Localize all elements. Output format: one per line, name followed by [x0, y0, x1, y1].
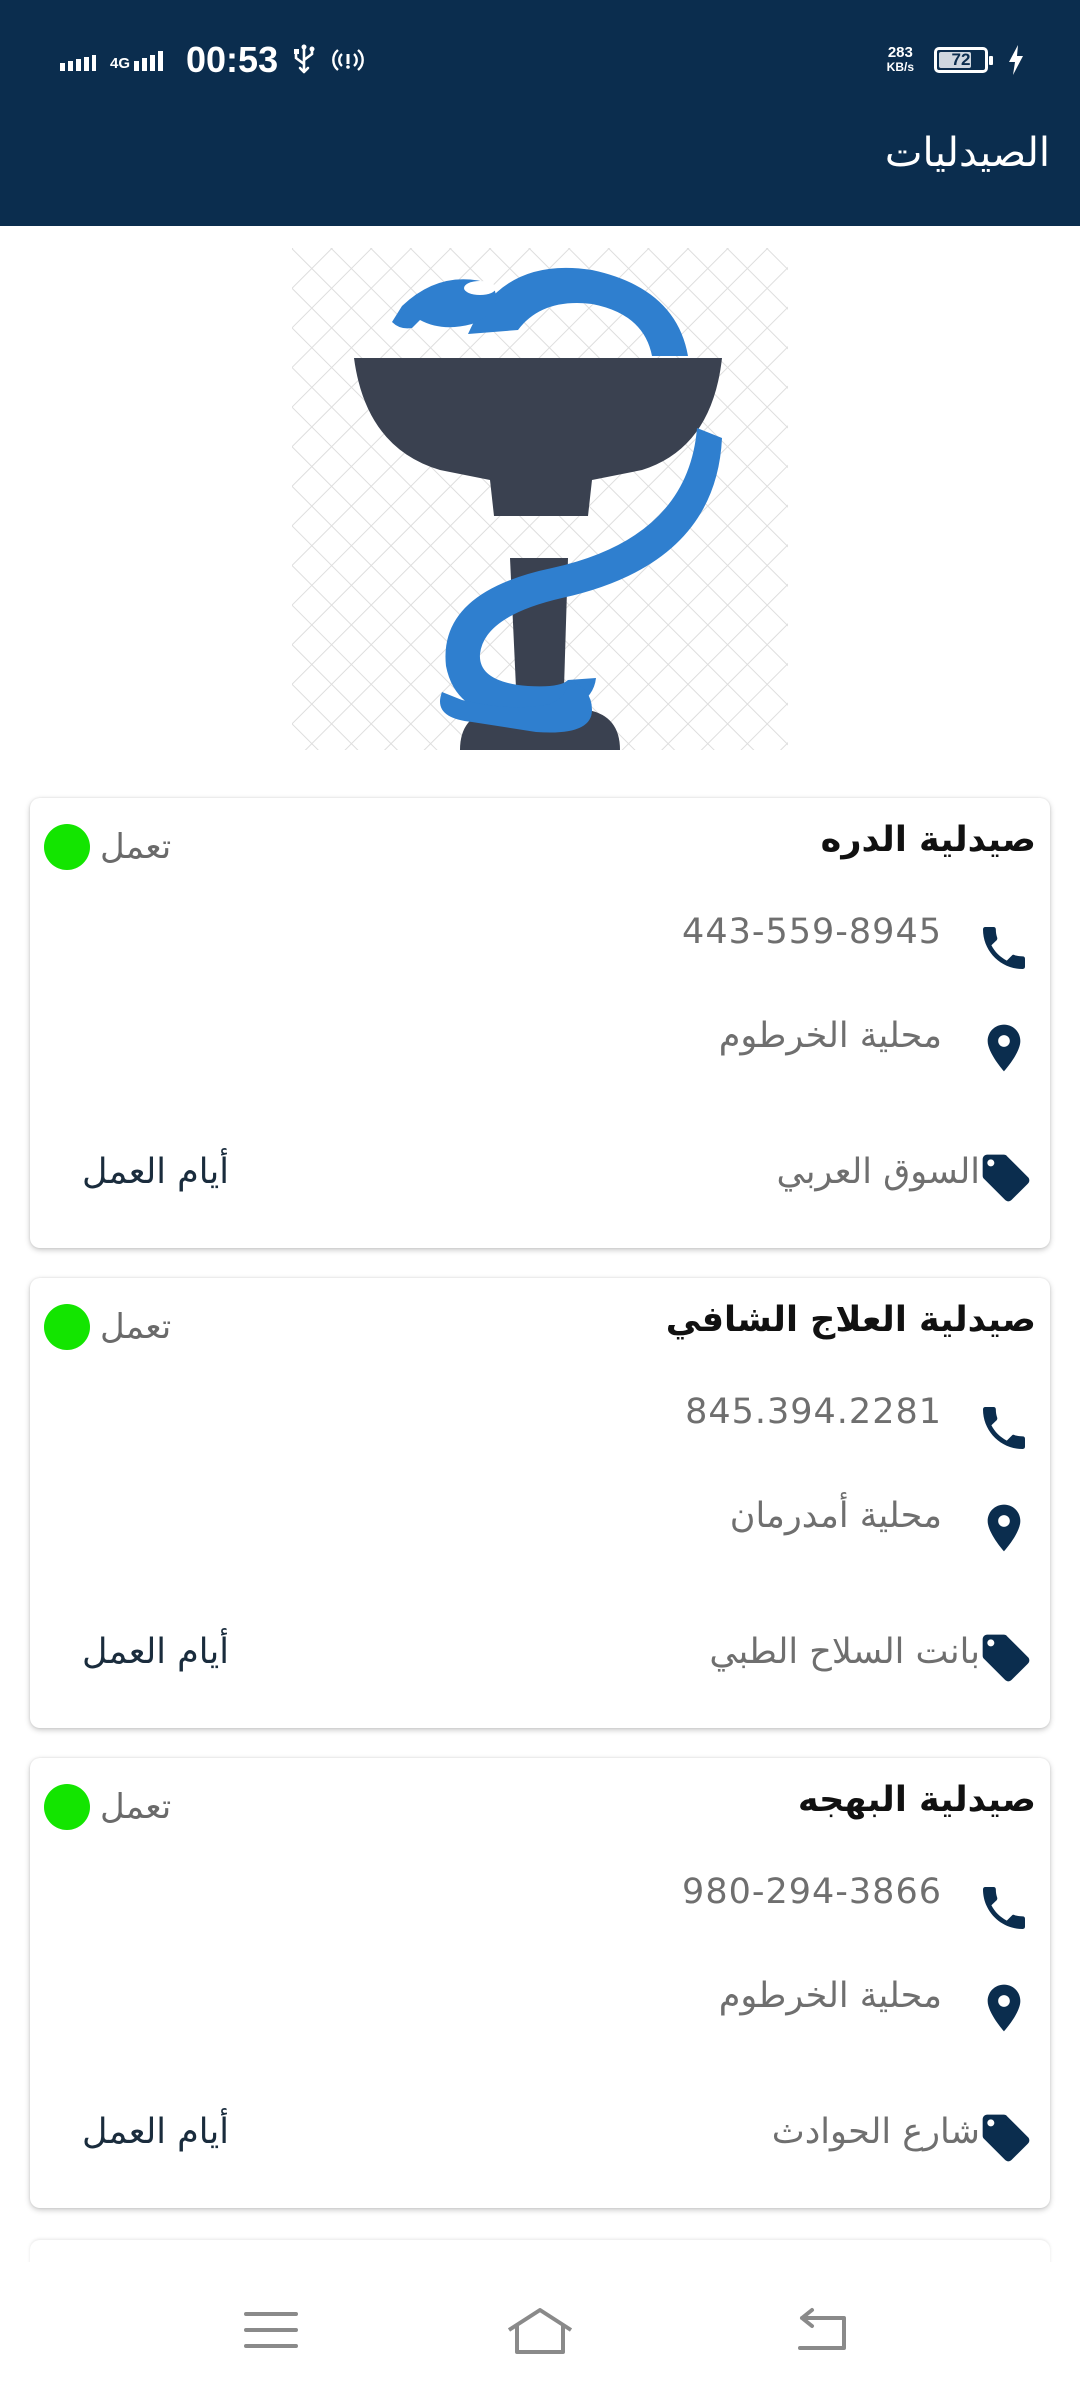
- system-navigation-bar: [0, 2262, 1080, 2400]
- status-label: تعمل: [100, 827, 172, 867]
- status-bar-left: 4G 00:53: [60, 38, 366, 82]
- pharmacy-logo: [292, 248, 788, 750]
- work-days-button[interactable]: أيام العمل: [82, 2112, 229, 2152]
- network-indicator: 4G: [110, 49, 168, 71]
- tag-icon: [982, 1154, 1030, 1202]
- phone-number[interactable]: 980-294-3866: [682, 1872, 942, 1912]
- battery-icon: 72: [934, 47, 993, 73]
- locality: محلية الخرطوم: [718, 1016, 942, 1056]
- status-indicator: تعمل: [44, 824, 171, 870]
- status-bar: 4G 00:53 283 KB/s 72: [0, 0, 1080, 120]
- locality: محلية أمدرمان: [729, 1496, 942, 1536]
- status-indicator: تعمل: [44, 1304, 171, 1350]
- status-label: تعمل: [100, 1787, 172, 1827]
- mobile-signal-icon: [134, 51, 164, 71]
- locality: محلية الخرطوم: [718, 1976, 942, 2016]
- pharmacy-card[interactable]: صيدلية البهجه تعمل 980-294-3866 محلية ال…: [30, 1758, 1050, 2208]
- status-bar-right: 283 KB/s 72: [887, 40, 1024, 80]
- status-indicator: تعمل: [44, 1784, 171, 1830]
- location-pin-icon: [987, 1024, 1021, 1072]
- work-days-button[interactable]: أيام العمل: [82, 1152, 229, 1192]
- tag-icon: [982, 2114, 1030, 2162]
- pharmacy-name: صيدلية العلاج الشافي: [665, 1300, 1036, 1340]
- work-days-button[interactable]: أيام العمل: [82, 1632, 229, 1672]
- location-pin-icon: [987, 1504, 1021, 1552]
- phone-icon[interactable]: [976, 1400, 1032, 1456]
- pharmacy-name: صيدلية الدره: [820, 820, 1036, 860]
- street: شارع الحوادث: [771, 2112, 980, 2152]
- network-speed: 283 KB/s: [886, 44, 914, 74]
- status-dot: [44, 1304, 90, 1350]
- status-dot: [44, 824, 90, 870]
- network-speed-value: 283: [887, 44, 913, 61]
- signal-strength-icon: [60, 55, 96, 71]
- street: بانت السلاح الطبي: [709, 1632, 980, 1672]
- hotspot-icon: [332, 49, 364, 71]
- status-label: تعمل: [100, 1307, 172, 1347]
- phone-icon[interactable]: [976, 920, 1032, 976]
- street: السوق العربي: [776, 1152, 980, 1192]
- page-title: الصيدليات: [884, 130, 1050, 176]
- phone-number[interactable]: 443-559-8945: [682, 912, 942, 952]
- network-type: 4G: [110, 55, 131, 72]
- tag-icon: [982, 1634, 1030, 1682]
- pharmacy-card[interactable]: صيدلية الدره تعمل 443-559-8945 محلية الخ…: [30, 798, 1050, 1248]
- pharmacy-name: صيدلية البهجه: [797, 1780, 1036, 1820]
- network-speed-unit: KB/s: [886, 60, 914, 74]
- pharmacy-card[interactable]: صيدلية العلاج الشافي تعمل 845.394.2281 م…: [30, 1278, 1050, 1728]
- menu-icon[interactable]: [236, 2300, 306, 2360]
- clock: 00:53: [186, 39, 279, 80]
- battery-level: 72: [951, 50, 971, 69]
- back-icon[interactable]: [788, 2300, 858, 2360]
- phone-number[interactable]: 845.394.2281: [685, 1392, 942, 1432]
- location-pin-icon: [987, 1984, 1021, 2032]
- status-dot: [44, 1784, 90, 1830]
- charging-icon: [1009, 45, 1023, 75]
- usb-icon: [294, 44, 315, 74]
- home-icon[interactable]: [505, 2300, 575, 2360]
- phone-icon[interactable]: [976, 1880, 1032, 1936]
- app-bar: الصيدليات: [0, 120, 1080, 226]
